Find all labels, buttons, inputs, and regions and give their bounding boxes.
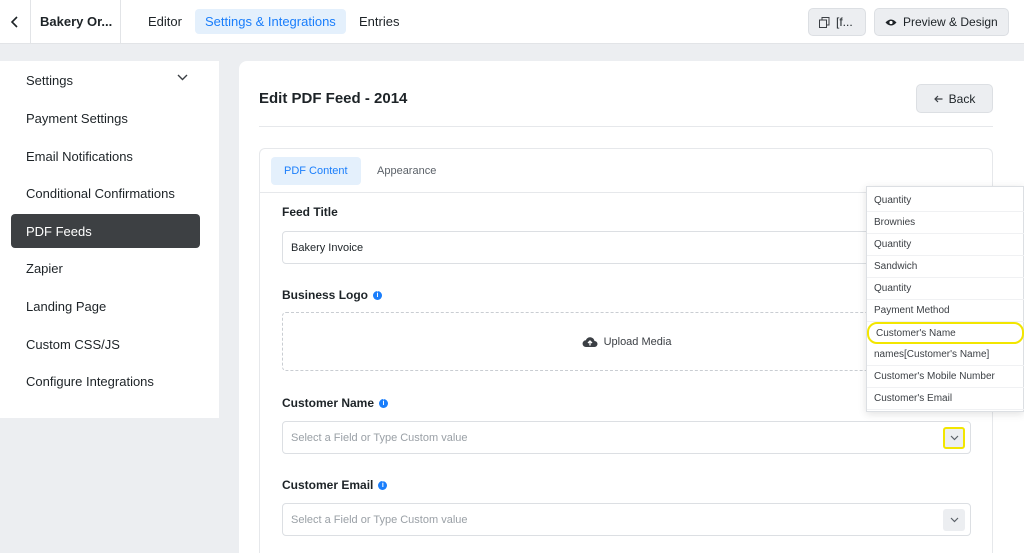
back-nav-button[interactable] — [0, 0, 31, 43]
back-button-label: Back — [948, 91, 976, 106]
dropdown-option-payment-method[interactable]: Payment Method — [867, 300, 1024, 322]
upload-media-label: Upload Media — [603, 335, 672, 348]
info-icon: i — [378, 480, 388, 490]
sidebar-item-configure-integrations[interactable]: Configure Integrations — [11, 364, 200, 398]
business-logo-label-text: Business Logo — [282, 288, 369, 302]
dropdown-option-brownies[interactable]: Brownies — [867, 212, 1024, 234]
arrow-left-icon — [933, 95, 943, 102]
copy-icon — [819, 16, 830, 28]
customer-name-label-text: Customer Name — [282, 396, 375, 410]
tab-editor[interactable]: Editor — [138, 9, 192, 34]
customer-name-label: Customer Name i — [282, 396, 389, 410]
shortcode-label: [f... — [836, 15, 853, 29]
customer-email-label-text: Customer Email — [282, 478, 374, 492]
field-dropdown: Quantity Brownies Quantity Sandwich Quan… — [866, 186, 1024, 412]
feed-title-label: Feed Title — [282, 205, 338, 219]
eye-icon — [885, 19, 897, 25]
preview-design-button[interactable]: Preview & Design — [874, 8, 1009, 36]
feed-title-label-text: Feed Title — [282, 205, 338, 219]
customer-name-dropdown-toggle[interactable] — [943, 427, 965, 449]
sidebar: Settings Payment Settings Email Notifica… — [0, 61, 219, 418]
customer-email-dropdown-toggle[interactable] — [943, 509, 965, 531]
sidebar-item-settings[interactable]: Settings — [11, 63, 200, 97]
cloud-upload-icon — [582, 336, 598, 347]
top-bar: Bakery Or... Editor Settings & Integrati… — [0, 0, 1024, 44]
dropdown-option-sandwich[interactable]: Sandwich — [867, 256, 1024, 278]
sidebar-item-zapier[interactable]: Zapier — [11, 251, 200, 285]
sidebar-item-email-notifications[interactable]: Email Notifications — [11, 139, 200, 173]
preview-design-label: Preview & Design — [903, 15, 998, 29]
customer-email-placeholder: Select a Field or Type Custom value — [291, 513, 468, 526]
dropdown-option-quantity[interactable]: Quantity — [867, 190, 1024, 212]
customer-email-label: Customer Email i — [282, 478, 388, 492]
back-button[interactable]: Back — [916, 84, 993, 113]
business-logo-label: Business Logo i — [282, 288, 383, 302]
dropdown-option-customers-name[interactable]: Customer's Name — [867, 322, 1024, 344]
sidebar-item-pdf-feeds[interactable]: PDF Feeds — [11, 214, 200, 248]
sidebar-item-custom-css-js[interactable]: Custom CSS/JS — [11, 327, 200, 361]
dropdown-option-quantity[interactable]: Quantity — [867, 278, 1024, 300]
page-title: Edit PDF Feed - 2014 — [259, 90, 408, 107]
chevron-down-icon — [950, 435, 958, 441]
dropdown-option-customers-mobile-number[interactable]: Customer's Mobile Number — [867, 366, 1024, 388]
info-icon: i — [373, 290, 383, 300]
dropdown-option-quantity[interactable]: Quantity — [867, 234, 1024, 256]
chevron-down-icon — [950, 517, 958, 523]
sidebar-item-label: Settings — [26, 72, 73, 88]
customer-email-select[interactable]: Select a Field or Type Custom value — [282, 503, 971, 536]
info-icon: i — [379, 398, 389, 408]
tab-settings-integrations[interactable]: Settings & Integrations — [195, 9, 346, 34]
chevron-down-icon — [177, 74, 188, 81]
sidebar-item-conditional-confirmations[interactable]: Conditional Confirmations — [11, 176, 200, 210]
sidebar-item-landing-page[interactable]: Landing Page — [11, 289, 200, 323]
sidebar-item-payment-settings[interactable]: Payment Settings — [11, 101, 200, 135]
tab-pdf-content[interactable]: PDF Content — [271, 157, 361, 185]
dropdown-option-customers-email[interactable]: Customer's Email — [867, 388, 1024, 410]
tab-appearance[interactable]: Appearance — [364, 157, 449, 185]
dropdown-option-names-customers-name[interactable]: names[Customer's Name] — [867, 344, 1024, 366]
divider — [259, 126, 993, 127]
chevron-left-icon — [11, 15, 18, 28]
shortcode-button[interactable]: [f... — [808, 8, 866, 36]
tab-entries[interactable]: Entries — [349, 9, 409, 34]
customer-name-select[interactable]: Select a Field or Type Custom value — [282, 421, 971, 454]
form-title[interactable]: Bakery Or... — [32, 0, 121, 43]
customer-name-placeholder: Select a Field or Type Custom value — [291, 431, 468, 444]
